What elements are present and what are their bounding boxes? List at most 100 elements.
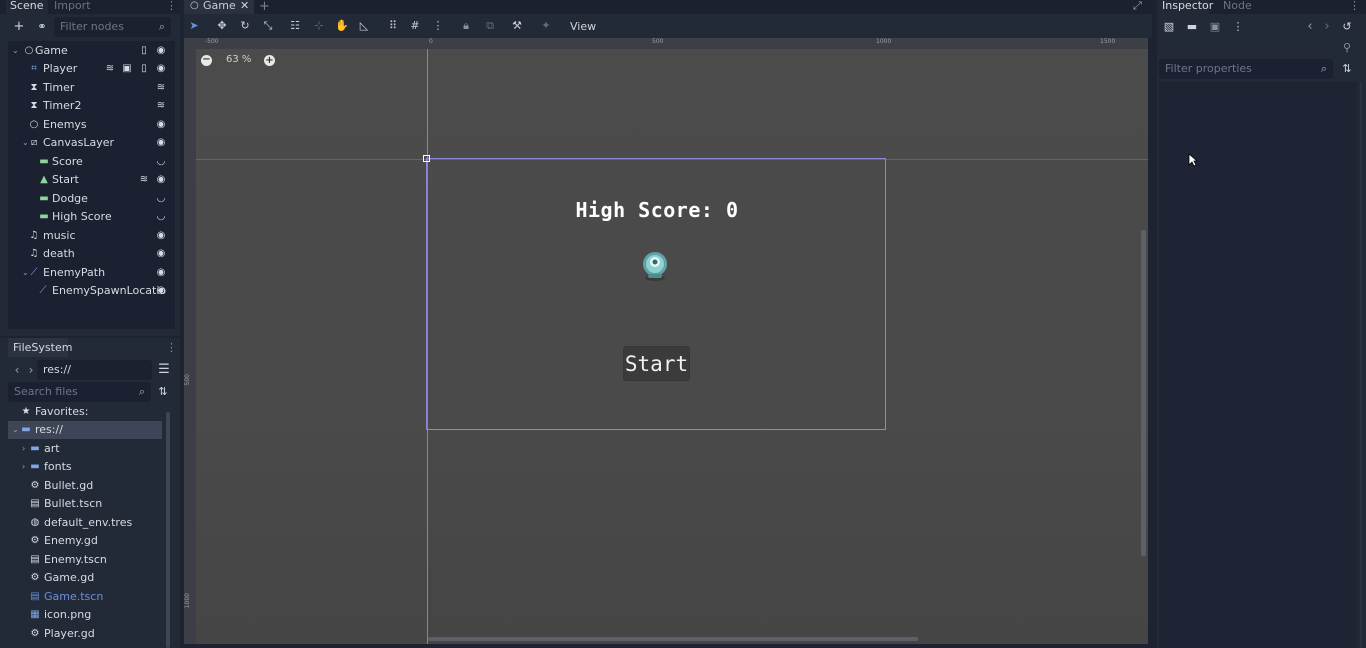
camera-override-icon[interactable]: ✦ [538, 18, 554, 34]
tree-node-score[interactable]: ▬ Score ◡ [8, 153, 175, 171]
tab-inspector[interactable]: Inspector [1157, 0, 1213, 14]
move-tool-icon[interactable]: ✥ [214, 18, 230, 34]
high-score-label[interactable]: High Score: 0 [540, 198, 774, 222]
scale-tool-icon[interactable]: ⤡ [260, 18, 276, 34]
list-item-fonts[interactable]: › ▬ fonts [8, 458, 165, 476]
tree-node-dodge[interactable]: ▬ Dodge ◡ [8, 190, 175, 208]
visibility-eye-icon[interactable]: ◉ [155, 171, 167, 189]
expand-arrow-icon[interactable]: ⌄ [12, 421, 19, 439]
tab-scene[interactable]: Scene [6, 0, 48, 14]
visibility-eye-icon[interactable]: ◉ [155, 134, 167, 152]
group-icon[interactable]: ▣ [121, 60, 133, 78]
visibility-hidden-icon[interactable]: ◡ [155, 208, 167, 226]
tab-import[interactable]: Import [50, 0, 95, 14]
list-select-icon[interactable]: ☷ [287, 18, 303, 34]
grid-snap-icon[interactable]: # [407, 18, 423, 34]
zoom-in-icon[interactable]: + [264, 55, 275, 66]
tree-node-timer2[interactable]: ⧗ Timer2 ≋ [8, 97, 175, 115]
dock-menu-icon[interactable]: ⋮ [1349, 0, 1360, 12]
visibility-eye-icon[interactable]: ◉ [155, 227, 167, 245]
toggle-view-icon[interactable]: ☰ [156, 362, 172, 378]
bone-icon[interactable]: ⚒ [509, 18, 525, 34]
list-item-art[interactable]: › ▬ art [8, 440, 165, 458]
tab-game[interactable]: ○ Game ✕ [184, 0, 254, 14]
save-icon[interactable]: ▣ [1207, 19, 1223, 35]
zoom-level[interactable]: 63 % [226, 54, 251, 65]
visibility-eye-icon[interactable]: ◉ [155, 60, 167, 78]
start-button[interactable]: Start [623, 346, 690, 381]
filesystem-scrollbar[interactable] [166, 412, 170, 648]
visibility-hidden-icon[interactable]: ◡ [155, 153, 167, 171]
dock-menu-icon[interactable]: ⋮ [166, 0, 177, 12]
horizontal-scrollbar[interactable] [428, 637, 918, 641]
pivot-tool-icon[interactable]: ⊹ [311, 18, 327, 34]
history-icon[interactable]: ↺ [1339, 19, 1355, 35]
tree-node-enemyspawnlocation[interactable]: ⟋ EnemySpawnLocatio ◉ [8, 282, 175, 300]
add-node-icon[interactable]: + [11, 19, 27, 35]
signal-icon[interactable]: ≋ [138, 171, 150, 189]
ruler-top[interactable]: -500 0 500 1000 1500 [196, 38, 1148, 49]
script-icon[interactable]: ▯ [138, 42, 150, 60]
tree-node-enemys[interactable]: ○ Enemys ◉ [8, 116, 175, 134]
list-item-enemy-tscn[interactable]: ▤ Enemy.tscn [8, 551, 165, 569]
collapse-arrow-icon[interactable]: › [22, 440, 25, 458]
tree-node-high-score[interactable]: ▬ High Score ◡ [8, 208, 175, 226]
visibility-eye-icon[interactable]: ◉ [155, 264, 167, 282]
rotate-tool-icon[interactable]: ↻ [237, 18, 253, 34]
zoom-out-icon[interactable]: − [201, 55, 212, 66]
list-item-icon-png[interactable]: ▦ icon.png [8, 606, 165, 624]
filesystem-tab[interactable]: FileSystem [8, 338, 72, 357]
tree-node-death[interactable]: ♫ death ◉ [8, 245, 175, 263]
tree-node-game[interactable]: ⌄ ○ Game ▯ ◉ [8, 42, 175, 60]
more-options-icon[interactable]: ⋮ [1230, 19, 1246, 35]
visibility-eye-icon[interactable]: ◉ [155, 42, 167, 60]
tree-node-timer[interactable]: ⧗ Timer ≋ [8, 79, 175, 97]
group-icon[interactable]: ⧉ [482, 18, 498, 34]
property-sort-icon[interactable]: ⇅ [1339, 61, 1355, 77]
visibility-eye-icon[interactable]: ◉ [155, 116, 167, 134]
tree-node-player[interactable]: ⌗ Player ≋ ▣ ▯ ◉ [8, 60, 175, 78]
inspector-scrollbar[interactable] [1360, 82, 1362, 648]
new-tab-icon[interactable]: + [259, 0, 270, 14]
expand-arrow-icon[interactable]: ⌄ [12, 42, 20, 60]
signal-icon[interactable]: ≋ [155, 97, 167, 115]
list-item-player-gd[interactable]: ⚙ Player.gd [8, 625, 165, 643]
link-icon[interactable]: ⚭ [34, 19, 50, 35]
tree-node-music[interactable]: ♫ music ◉ [8, 227, 175, 245]
history-back-icon[interactable]: ‹ [1302, 19, 1318, 35]
list-item-game-tscn[interactable]: ▤ Game.tscn [8, 588, 165, 606]
fullscreen-icon[interactable]: ⤢ [1133, 0, 1142, 13]
sort-icon[interactable]: ⇅ [155, 384, 171, 400]
filter-nodes-input[interactable]: Filter nodes ⌕ [54, 17, 171, 37]
path-field[interactable]: res:// [37, 360, 152, 380]
signal-icon[interactable]: ≋ [155, 79, 167, 97]
dock-menu-icon[interactable]: ⋮ [166, 342, 177, 354]
list-item-res[interactable]: ⌄ ▬ res:// [8, 421, 162, 439]
origin-handle[interactable] [423, 155, 430, 162]
snap-options-icon[interactable]: ⋮ [430, 18, 446, 34]
visibility-hidden-icon[interactable]: ◡ [155, 190, 167, 208]
filter-properties-input[interactable]: Filter properties ⌕ [1159, 59, 1333, 79]
tree-node-enemypath[interactable]: ⌄ ⟋ EnemyPath ◉ [8, 264, 175, 282]
new-resource-icon[interactable]: ▧ [1161, 19, 1177, 35]
list-item-game-gd[interactable]: ⚙ Game.gd [8, 569, 165, 587]
visibility-eye-icon[interactable]: ◉ [155, 282, 167, 300]
script-icon[interactable]: ▯ [138, 60, 150, 78]
search-files-input[interactable]: Search files ⌕ [8, 382, 151, 402]
player-sprite[interactable] [639, 248, 671, 282]
list-item-bullet-gd[interactable]: ⚙ Bullet.gd [8, 477, 165, 495]
signal-icon[interactable]: ≋ [104, 60, 116, 78]
open-folder-icon[interactable]: ▬ [1184, 19, 1200, 35]
view-menu[interactable]: View [570, 20, 596, 33]
visibility-eye-icon[interactable]: ◉ [155, 245, 167, 263]
pan-tool-icon[interactable]: ✋ [334, 18, 350, 34]
select-tool-icon[interactable]: ➤ [186, 18, 202, 34]
smart-snap-icon[interactable]: ⠿ [385, 18, 401, 34]
list-item-enemy-gd[interactable]: ⚙ Enemy.gd [8, 532, 165, 550]
history-forward-icon[interactable]: › [1319, 19, 1335, 35]
collapse-arrow-icon[interactable]: › [22, 458, 25, 476]
object-properties-icon[interactable]: ⚲ [1339, 40, 1355, 56]
close-icon[interactable]: ✕ [240, 0, 249, 12]
tab-node[interactable]: Node [1223, 0, 1252, 12]
lock-icon[interactable]: 🔒︎ [458, 18, 474, 34]
